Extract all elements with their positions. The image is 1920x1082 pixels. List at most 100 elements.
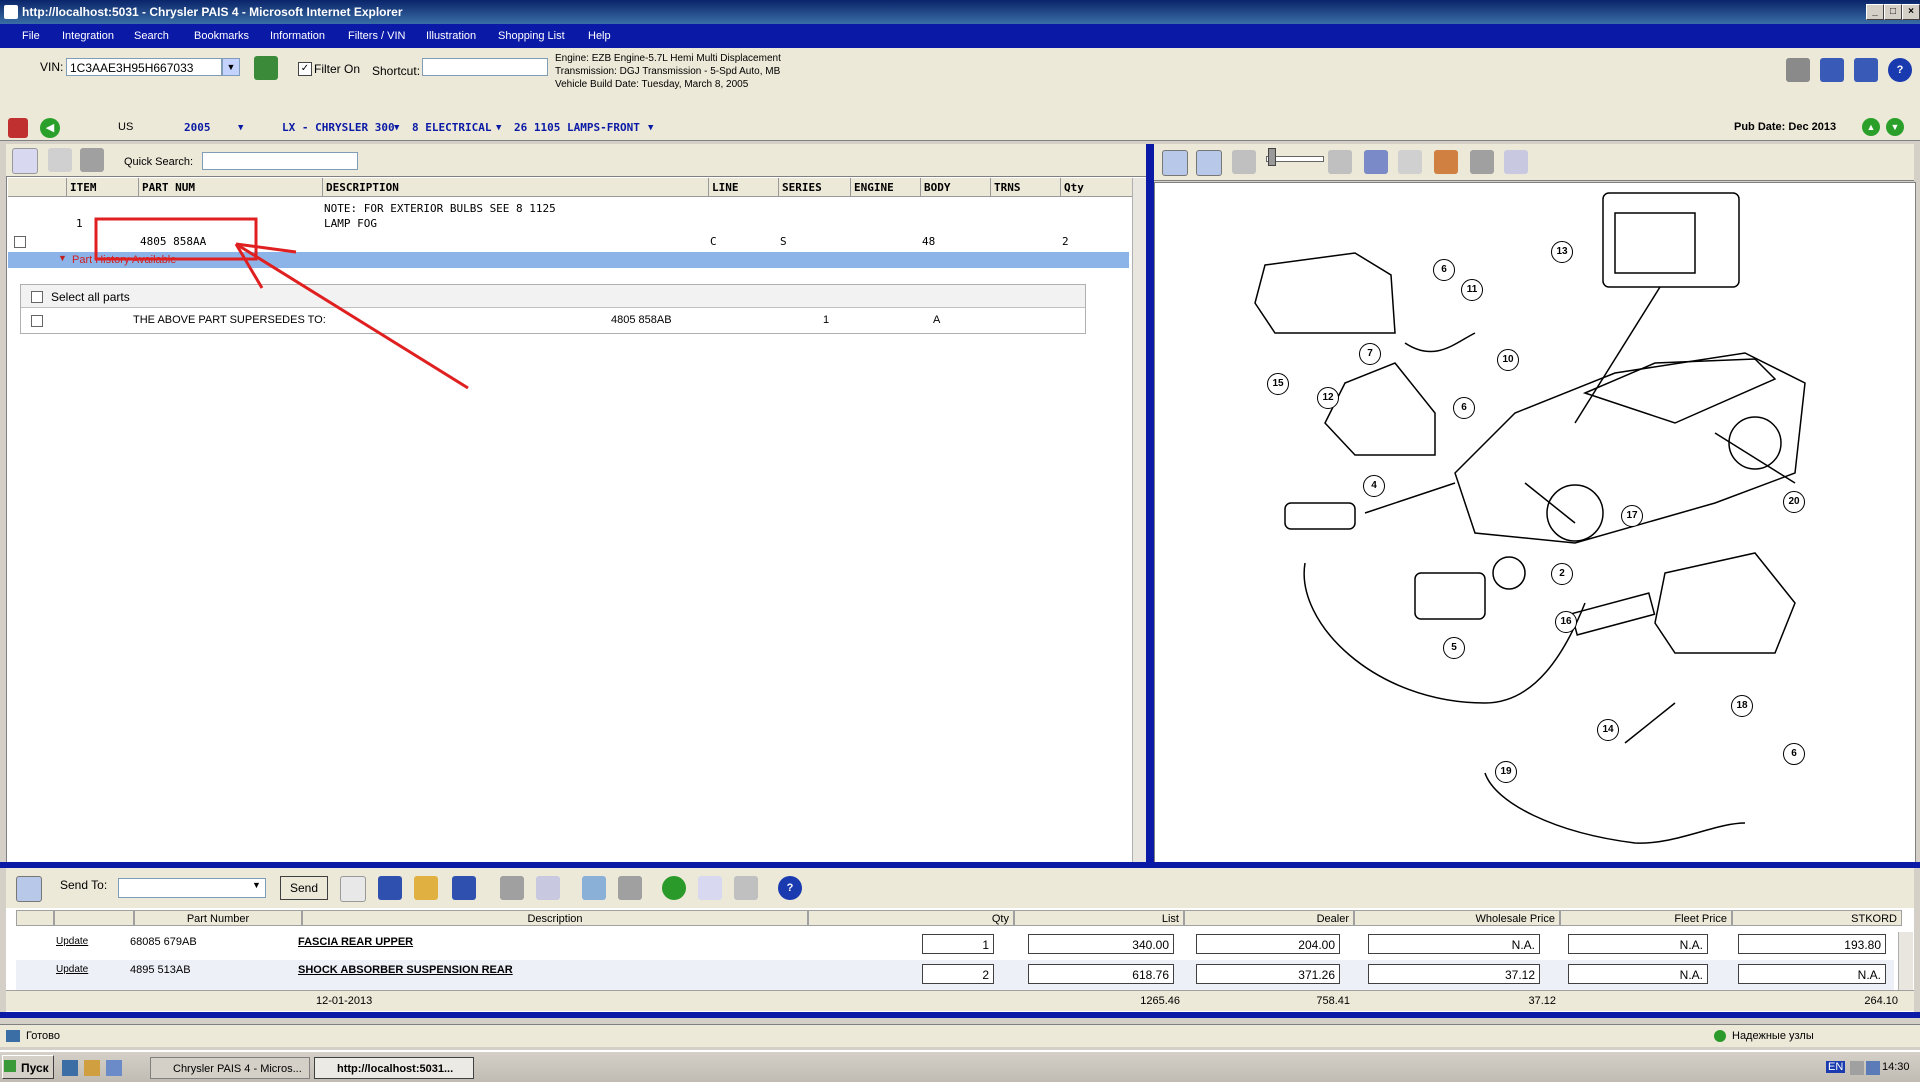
- cart-part-number: 4895 513AB: [130, 964, 191, 976]
- search-launch-icon[interactable]: [106, 1060, 122, 1076]
- network-icon[interactable]: [1866, 1061, 1880, 1075]
- cart-stkord-input[interactable]: 193.80: [1738, 934, 1886, 954]
- list-icon[interactable]: [536, 876, 560, 900]
- ie-launch-icon[interactable]: [62, 1060, 78, 1076]
- cart-window-icon[interactable]: [16, 876, 42, 902]
- task-chrysler[interactable]: Chrysler PAIS 4 - Micros...: [150, 1057, 310, 1079]
- callout-icon[interactable]: [1398, 150, 1422, 174]
- send-to-select[interactable]: [118, 878, 266, 898]
- callout-10[interactable]: 10: [1497, 349, 1519, 371]
- explorer-launch-icon[interactable]: [84, 1060, 100, 1076]
- fit-icon[interactable]: [1162, 150, 1188, 176]
- send-button[interactable]: Send: [280, 876, 328, 900]
- callout-6[interactable]: 6: [1783, 743, 1805, 765]
- cart-fleet-input[interactable]: N.A.: [1568, 934, 1708, 954]
- cart-header-fleet[interactable]: Fleet Price: [1560, 910, 1732, 926]
- volume-icon[interactable]: [1850, 1061, 1864, 1075]
- callout-19[interactable]: 19: [1495, 761, 1517, 783]
- zoom-slider-thumb[interactable]: [1268, 148, 1276, 166]
- callout-2[interactable]: 2: [1551, 563, 1573, 585]
- zoom-out-icon[interactable]: [1232, 150, 1256, 174]
- cart-header-part[interactable]: Part Number: [134, 910, 302, 926]
- leader-16: [1524, 482, 1576, 524]
- totals-date: 12-01-2013: [316, 995, 373, 1007]
- car-roof: [1582, 358, 1777, 424]
- zoom-in-icon[interactable]: [1328, 150, 1352, 174]
- send-to-dropdown-icon[interactable]: ▼: [252, 880, 261, 890]
- annotation-arrow: [235, 242, 469, 390]
- totals-stkord: 264.10: [1864, 995, 1898, 1007]
- zone-text: Надежные узлы: [1732, 1030, 1814, 1042]
- cart-description[interactable]: SHOCK ABSORBER SUSPENSION REAR: [298, 964, 513, 976]
- callout-12[interactable]: 12: [1317, 387, 1339, 409]
- cart-stkord-input[interactable]: N.A.: [1738, 964, 1886, 984]
- cart-dealer-input[interactable]: 204.00: [1196, 934, 1340, 954]
- callout-5[interactable]: 5: [1443, 637, 1465, 659]
- export-icon[interactable]: [582, 876, 606, 900]
- cart-header-qty[interactable]: Qty: [808, 910, 1014, 926]
- cart-header-stkord[interactable]: STKORD: [1732, 910, 1902, 926]
- page-icon: [6, 1030, 20, 1042]
- print-illustration-icon[interactable]: [1470, 150, 1494, 174]
- cart-dealer-input[interactable]: 371.26: [1196, 964, 1340, 984]
- headlamp-middle: [1324, 362, 1436, 456]
- illustration-canvas[interactable]: 13 6 11 7 10 15 12 6 4 20 17 2 16 5 14 6 18 19: [1154, 182, 1916, 864]
- open-icon[interactable]: [414, 876, 438, 900]
- callout-6[interactable]: 6: [1433, 259, 1455, 281]
- cart-part-number: 68085 679AB: [130, 936, 197, 948]
- callout-20[interactable]: 20: [1783, 491, 1805, 513]
- callout-14[interactable]: 14: [1597, 719, 1619, 741]
- cart-help-icon[interactable]: ?: [778, 876, 802, 900]
- cart-header-list[interactable]: List: [1014, 910, 1184, 926]
- price-icon[interactable]: [662, 876, 686, 900]
- harness-rear: [1484, 772, 1746, 844]
- task-localhost[interactable]: http://localhost:5031...: [314, 1057, 474, 1079]
- cart-header-desc[interactable]: Description: [302, 910, 808, 926]
- cart-header-wholesale[interactable]: Wholesale Price: [1354, 910, 1560, 926]
- cart-wholesale-input[interactable]: N.A.: [1368, 934, 1540, 954]
- print-cart-icon[interactable]: [618, 876, 642, 900]
- wheel-front: [1546, 484, 1604, 542]
- pan-icon[interactable]: [1196, 150, 1222, 176]
- taskbar: Пуск Chrysler PAIS 4 - Micros... http://…: [0, 1050, 1920, 1082]
- callout-17[interactable]: 17: [1621, 505, 1643, 527]
- cart-header-dealer[interactable]: Dealer: [1184, 910, 1354, 926]
- add-icon[interactable]: [452, 876, 476, 900]
- zone-icon: [1714, 1030, 1726, 1042]
- clear-icon[interactable]: [1434, 150, 1458, 174]
- cart-scrollbar[interactable]: [1898, 932, 1913, 990]
- cart-list-input[interactable]: 340.00: [1028, 934, 1174, 954]
- callout-16[interactable]: 16: [1555, 611, 1577, 633]
- callout-18[interactable]: 18: [1731, 695, 1753, 717]
- status-text: Готово: [26, 1030, 60, 1042]
- status-separator: [0, 1012, 1920, 1018]
- new-icon[interactable]: [340, 876, 366, 902]
- cart-qty-input[interactable]: 2: [922, 964, 994, 984]
- cart-list-input[interactable]: 618.76: [1028, 964, 1174, 984]
- cart-totals: 12-01-2013 1265.46 758.41 37.12 264.10: [6, 990, 1914, 1011]
- cart-fleet-input[interactable]: N.A.: [1568, 964, 1708, 984]
- select-area-icon[interactable]: [1364, 150, 1388, 174]
- callout-4[interactable]: 4: [1363, 475, 1385, 497]
- panel-splitter[interactable]: [1146, 144, 1154, 862]
- save-icon[interactable]: [378, 876, 402, 900]
- callout-11[interactable]: 11: [1461, 279, 1483, 301]
- language-indicator[interactable]: EN: [1826, 1061, 1846, 1073]
- columns-icon[interactable]: [734, 876, 758, 900]
- cart-update-link[interactable]: Update: [56, 936, 88, 947]
- cart-update-link[interactable]: Update: [56, 964, 88, 975]
- delete-icon[interactable]: [500, 876, 524, 900]
- callout-7[interactable]: 7: [1359, 343, 1381, 365]
- module-inner: [1614, 212, 1696, 274]
- callout-15[interactable]: 15: [1267, 373, 1289, 395]
- harness-front: [1303, 562, 1586, 704]
- cart-qty-input[interactable]: 1: [922, 934, 994, 954]
- cart-description[interactable]: FASCIA REAR UPPER: [298, 936, 413, 948]
- annotation-box: [94, 217, 258, 261]
- note-icon[interactable]: [1504, 150, 1528, 174]
- cart-wholesale-input[interactable]: 37.12: [1368, 964, 1540, 984]
- cart-toolbar: Send To: ▼ Send ?: [6, 868, 1914, 909]
- callout-13[interactable]: 13: [1551, 241, 1573, 263]
- edit-cart-icon[interactable]: [698, 876, 722, 900]
- callout-6[interactable]: 6: [1453, 397, 1475, 419]
